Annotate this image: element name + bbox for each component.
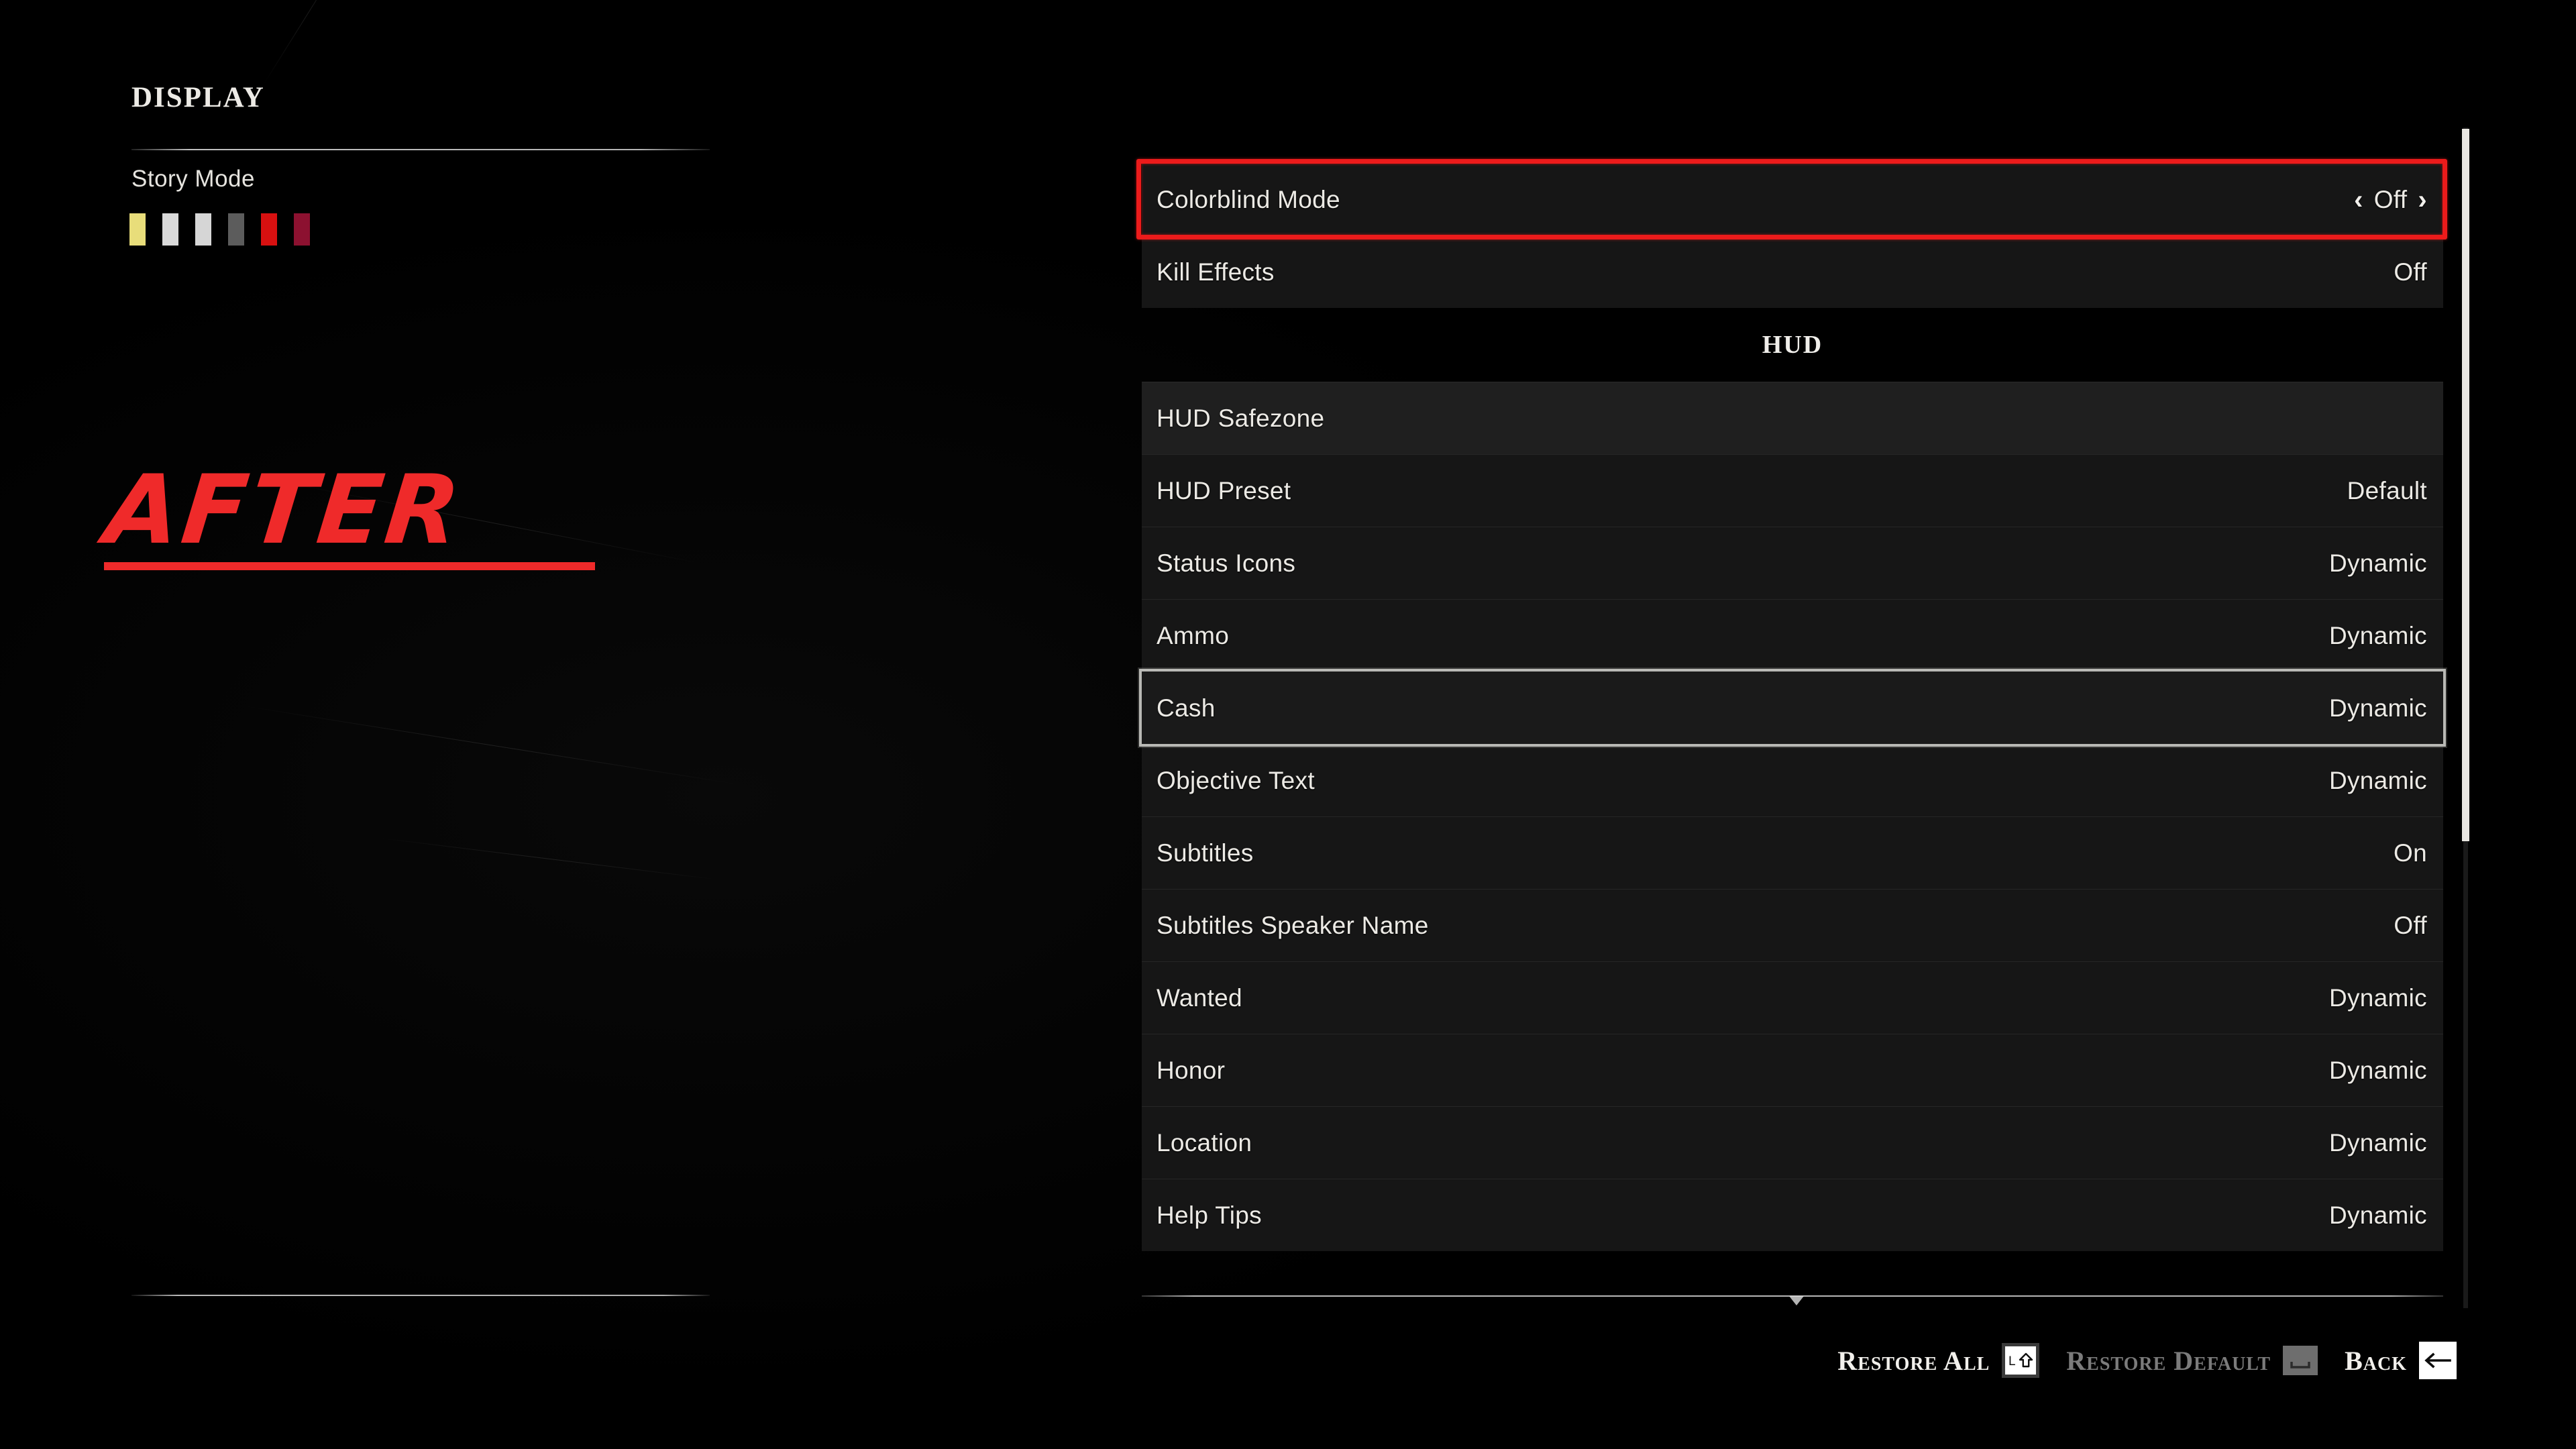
settings-row-label: HUD Safezone (1157, 404, 1325, 432)
settings-row-value-text: On (2394, 839, 2427, 867)
settings-row-value: Off (2394, 912, 2427, 940)
settings-row-value-text: Dynamic (2328, 694, 2427, 722)
settings-row[interactable]: HUD Preset Default (1142, 454, 2443, 527)
swatch-dark-red (294, 213, 310, 246)
settings-row-value-text: Default (2347, 476, 2427, 504)
backspace-arrow-icon (2424, 1352, 2451, 1368)
settings-row-label: HUD Preset (1157, 476, 1291, 504)
settings-row-label: Cash (1157, 694, 1216, 722)
settings-row[interactable]: Location Dynamic (1142, 1106, 2443, 1179)
settings-row-label: Location (1157, 1128, 1252, 1157)
settings-row-value-text: Dynamic (2328, 621, 2427, 649)
settings-row-value: Dynamic (2329, 767, 2427, 795)
swatch-dark-gray (228, 213, 244, 246)
chevron-right-icon[interactable]: › (2418, 186, 2427, 213)
settings-row[interactable]: Help Tips Dynamic (1142, 1179, 2443, 1251)
settings-row[interactable]: Kill Effects Off (1142, 235, 2443, 308)
section-header: HUD (1142, 308, 2443, 382)
game-mode-label: Story Mode (131, 166, 255, 192)
settings-row-value: Dynamic (2329, 1057, 2427, 1085)
settings-row[interactable]: Colorblind Mode ‹ Off › (1142, 163, 2443, 235)
settings-list: Colorblind Mode ‹ Off › Kill Effects Off HUD HU… (1142, 163, 2443, 1251)
settings-row-value: Dynamic (2329, 1201, 2427, 1230)
left-shift-key-letter: L (2008, 1354, 2016, 1368)
left-info-panel: Display Story Mode AFTER (0, 0, 792, 1449)
section-header-label: HUD (1762, 331, 1823, 359)
settings-row[interactable]: Subtitles Speaker Name Off (1142, 889, 2443, 961)
settings-row-value: Default (2347, 477, 2427, 505)
settings-row-label: Status Icons (1157, 549, 1296, 577)
settings-row-value: Dynamic (2329, 694, 2427, 722)
settings-row-value-text: Dynamic (2328, 1128, 2427, 1157)
settings-row-value-text: Dynamic (2328, 766, 2427, 794)
settings-row-value: Dynamic (2329, 984, 2427, 1012)
settings-row[interactable]: Cash Dynamic (1142, 672, 2443, 744)
chevron-left-icon[interactable]: ‹ (2354, 186, 2363, 213)
action-restore-all[interactable]: Restore All L (1837, 1343, 2040, 1378)
action-label: Back (2345, 1345, 2407, 1376)
settings-row-value-text: Off (2373, 185, 2408, 213)
left-shift-key-icon: L (2002, 1343, 2040, 1378)
after-annotation-text: AFTER (100, 455, 468, 566)
action-label: Restore Default (2066, 1345, 2271, 1376)
scroll-down-indicator-icon[interactable] (1789, 1296, 1804, 1305)
settings-row-label: Objective Text (1157, 766, 1315, 794)
after-annotation: AFTER (100, 455, 624, 566)
spacebar-key-icon (2283, 1346, 2318, 1375)
settings-row-label: Help Tips (1157, 1201, 1262, 1229)
page-title: Display (131, 70, 265, 116)
settings-row[interactable]: Ammo Dynamic (1142, 599, 2443, 672)
settings-row-label: Subtitles (1157, 839, 1254, 867)
settings-row-value: Dynamic (2329, 1129, 2427, 1157)
settings-row-value-text: Dynamic (2328, 549, 2427, 577)
action-label: Restore All (1837, 1345, 1990, 1376)
action-restore-default: Restore Default (2066, 1345, 2318, 1377)
settings-row[interactable]: Subtitles On (1142, 816, 2443, 889)
action-back[interactable]: Back (2345, 1342, 2457, 1379)
settings-row-label: Kill Effects (1157, 258, 1275, 286)
scrollbar-thumb[interactable] (2462, 129, 2469, 841)
swatch-light-gray-1 (162, 213, 178, 246)
action-bar: Restore All L Restore Default Back (0, 1320, 2576, 1401)
settings-row-value: ‹ Off › (2354, 186, 2427, 214)
settings-row-label: Wanted (1157, 983, 1242, 1012)
settings-row[interactable]: Honor Dynamic (1142, 1034, 2443, 1106)
settings-row[interactable]: Objective Text Dynamic (1142, 744, 2443, 816)
settings-row-value-text: Dynamic (2328, 1056, 2427, 1084)
settings-row-value: On (2394, 839, 2427, 867)
color-swatch-row (129, 213, 310, 246)
settings-row-value-text: Off (2394, 911, 2427, 939)
settings-row-value-text: Dynamic (2328, 983, 2427, 1012)
settings-row-value: Dynamic (2329, 622, 2427, 650)
settings-row-value: Dynamic (2329, 549, 2427, 578)
swatch-red (261, 213, 277, 246)
settings-row-label: Subtitles Speaker Name (1157, 911, 1429, 939)
settings-row-value-text: Dynamic (2328, 1201, 2427, 1229)
title-divider (131, 149, 710, 150)
settings-row[interactable]: HUD Safezone (1142, 382, 2443, 454)
left-panel-bottom-divider (131, 1295, 710, 1296)
settings-row-label: Ammo (1157, 621, 1230, 649)
settings-row[interactable]: Wanted Dynamic (1142, 961, 2443, 1034)
shift-arrow-icon (2019, 1352, 2033, 1368)
settings-row-value-text: Off (2394, 258, 2427, 286)
game-settings-screen: Display Story Mode AFTER Colorblind Mode… (0, 0, 2576, 1449)
swatch-light-gray-2 (195, 213, 211, 246)
settings-row[interactable]: Status Icons Dynamic (1142, 527, 2443, 599)
settings-row-value: Off (2394, 258, 2427, 286)
settings-row-label: Honor (1157, 1056, 1226, 1084)
settings-row-label: Colorblind Mode (1157, 185, 1340, 213)
swatch-yellow (129, 213, 146, 246)
after-annotation-underline (104, 562, 595, 570)
backspace-key-icon (2419, 1342, 2457, 1379)
spacebar-glyph-icon (2290, 1362, 2310, 1368)
